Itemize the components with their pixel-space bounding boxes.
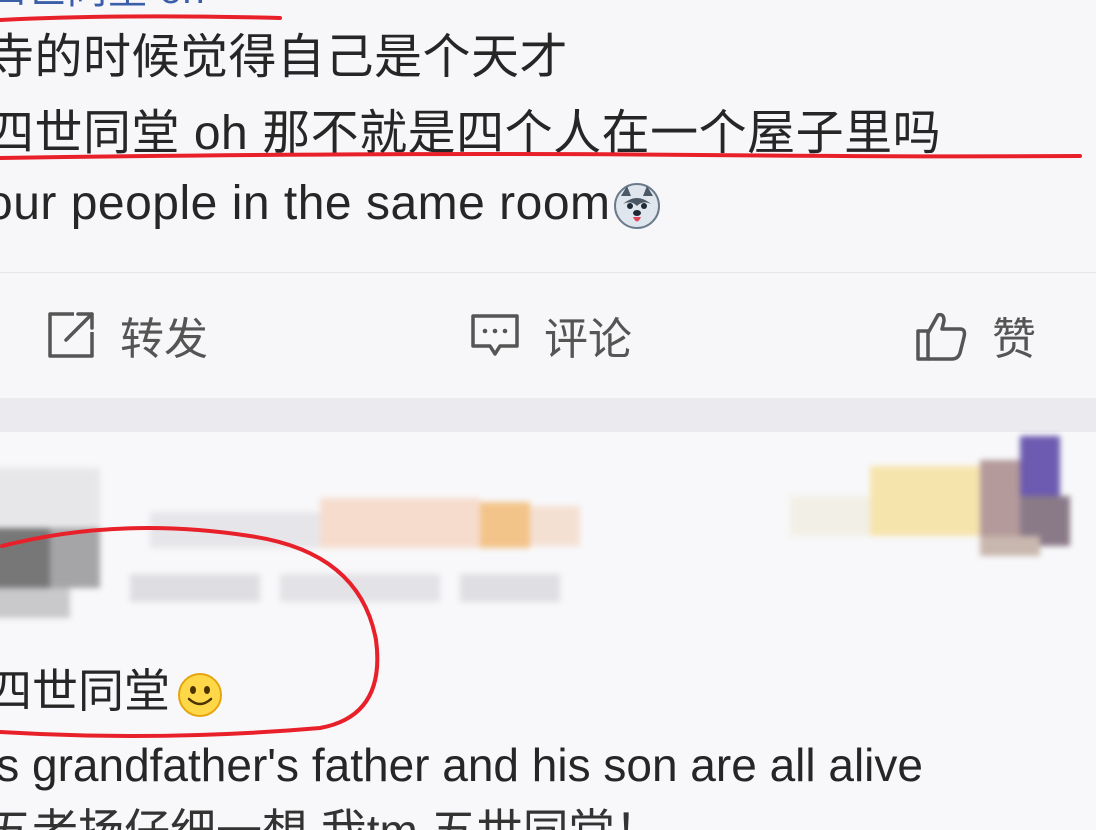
comment-meta-blurred [130, 574, 570, 604]
weibo-screenshot: 四世同堂 oh 寺的时候觉得自己是个天才 四世同堂 oh 那不就是四个人在一个屋… [0, 0, 1096, 830]
comment-item: 四世同堂 is grandfather's father and his son… [0, 432, 1096, 830]
comment-text-line-1-text: 四世同堂 [0, 665, 170, 717]
like-button[interactable]: 赞 [914, 307, 1036, 364]
husky-dog-emoji-icon [613, 182, 661, 230]
thumbs-up-icon [914, 307, 970, 363]
section-divider [0, 398, 1096, 432]
repost-icon [44, 308, 98, 362]
user-badge-blurred [790, 436, 1080, 556]
comment-label: 评论 [544, 315, 632, 364]
post-text-line-3-text: our people in the same room [0, 177, 611, 230]
post-action-bar: 转发 评论 赞 [0, 272, 1096, 398]
repost-button[interactable]: 转发 [44, 307, 208, 364]
smiley-face-icon [176, 671, 224, 719]
like-label: 赞 [992, 315, 1036, 364]
post-body: 四世同堂 oh 寺的时候觉得自己是个天才 四世同堂 oh 那不就是四个人在一个屋… [0, 0, 1096, 272]
avatar-pixelated[interactable] [0, 468, 110, 618]
comment-icon [468, 308, 522, 362]
post-text-line-top-cut: 四世同堂 oh [0, 0, 205, 10]
comment-text-line-1: 四世同堂 [0, 668, 224, 719]
post-text-line-2: 四世同堂 oh 那不就是四个人在一个屋子里吗 [0, 107, 942, 160]
username-blurred[interactable] [150, 492, 590, 552]
comment-text-line-3: 五老扬仔细一想 我tm 五世同堂！ [0, 808, 661, 830]
comment-button[interactable]: 评论 [468, 307, 632, 364]
comment-text-line-2: is grandfather's father and his son are … [0, 739, 923, 791]
post-text-line-3: our people in the same room [0, 180, 661, 230]
post-text-line-1: 寺的时候觉得自己是个天才 [0, 31, 569, 84]
repost-label: 转发 [120, 315, 208, 364]
